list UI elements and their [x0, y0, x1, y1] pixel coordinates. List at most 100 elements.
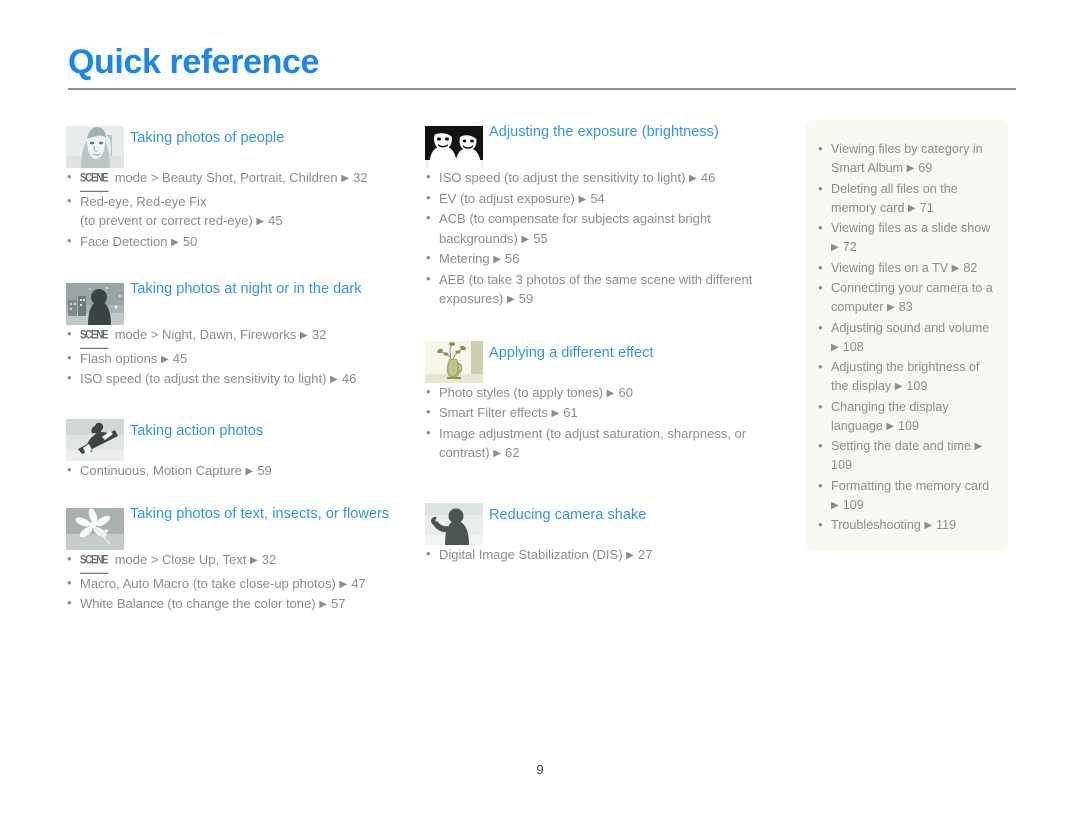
page-ref-arrow-icon: ▶ — [171, 236, 180, 248]
list-item[interactable]: Photo styles (to apply tones) ▶ 60 — [425, 382, 770, 403]
page-header: Quick reference — [68, 42, 1016, 90]
section-title[interactable]: Taking photos of people — [130, 120, 406, 149]
list-item[interactable]: EV (to adjust exposure) ▶ 54 — [425, 188, 770, 209]
list-item[interactable]: Viewing files by category in Smart Album… — [816, 139, 996, 178]
list-item-label: AEB (to take 3 photos of the same scene … — [439, 271, 753, 307]
list-item[interactable]: Macro, Auto Macro (to take close-up phot… — [66, 573, 406, 594]
list-item-label: mode > Close Up, Text — [114, 552, 247, 567]
section-header[interactable]: Adjusting the exposure (brightness) — [425, 120, 770, 168]
list-item[interactable]: ISO speed (to adjust the sensitivity to … — [425, 167, 770, 188]
page-ref-number: 45 — [268, 213, 283, 228]
list-item[interactable]: Adjusting the brightness of the display … — [816, 357, 996, 396]
list-item[interactable]: SCENE mode > Close Up, Text ▶ 32 — [66, 549, 406, 574]
section-item-list: ISO speed (to adjust the sensitivity to … — [425, 167, 770, 309]
list-item-label: Setting the date and time — [831, 439, 972, 453]
list-item-label: Viewing files on a TV — [831, 260, 949, 275]
section-item-list: Photo styles (to apply tones) ▶ 60Smart … — [425, 382, 770, 463]
list-item-sublabel: (to prevent or correct red-eye) ▶ 45 — [80, 211, 406, 231]
list-item[interactable]: Face Detection ▶ 50 — [66, 231, 406, 252]
scene-mode-glyph: SCENE — [80, 324, 108, 349]
list-item-label: Face Detection — [80, 233, 168, 249]
list-item[interactable]: Flash options ▶ 45 — [66, 348, 406, 369]
list-item-label: Adjusting sound and volume — [831, 320, 990, 335]
list-item[interactable]: SCENE mode > Night, Dawn, Fireworks ▶ 32 — [66, 324, 406, 349]
page-ref-arrow-icon: ▶ — [831, 341, 840, 353]
page-ref-number: 71 — [919, 200, 934, 215]
page-ref-number: 32 — [353, 170, 368, 185]
title-divider — [68, 88, 1016, 90]
list-item[interactable]: Viewing files as a slide show ▶ 72 — [816, 218, 996, 257]
section-header[interactable]: Reducing camera shake — [425, 497, 770, 545]
list-item-label: ISO speed (to adjust the sensitivity to … — [80, 371, 327, 386]
page-ref-arrow-icon: ▶ — [831, 242, 840, 253]
page-ref-arrow-icon: ▶ — [974, 441, 983, 452]
section-title[interactable]: Taking photos of text, insects, or flowe… — [130, 502, 406, 525]
list-item[interactable]: ISO speed (to adjust the sensitivity to … — [66, 368, 406, 389]
list-item[interactable]: Connecting your camera to a computer ▶ 8… — [816, 278, 996, 317]
snowboarder-icon — [66, 418, 124, 461]
section-title[interactable]: Adjusting the exposure (brightness) — [489, 120, 770, 143]
page-ref-arrow-icon: ▶ — [330, 374, 339, 385]
page-ref-number: 109 — [906, 379, 928, 393]
page-ref-arrow-icon: ▶ — [551, 408, 560, 419]
list-item[interactable]: Setting the date and time ▶ 109 — [816, 436, 996, 475]
list-item-label: Flash options — [80, 350, 158, 366]
list-item[interactable]: Formatting the memory card ▶ 109 — [816, 476, 996, 515]
section-item-list: Digital Image Stabilization (DIS) ▶ 27 — [425, 544, 770, 565]
section-title[interactable]: Applying a different effect — [489, 335, 770, 364]
list-item-label: Metering — [439, 251, 490, 266]
section-taking-action-photos: Taking action photos Continuous, Motion C… — [66, 413, 406, 481]
section-item-list: Continuous, Motion Capture ▶ 59 — [66, 460, 406, 481]
column-middle: Adjusting the exposure (brightness) ISO s… — [425, 120, 770, 586]
list-item[interactable]: Deleting all files on the memory card ▶ … — [816, 179, 996, 218]
list-item[interactable]: Changing the display language ▶ 109 — [816, 397, 996, 436]
page-ref-number: 32 — [261, 552, 277, 567]
section-item-list: SCENE mode > Beauty Shot, Portrait, Child… — [66, 167, 406, 252]
section-header[interactable]: Taking action photos — [66, 413, 406, 461]
page-ref-number: 69 — [918, 161, 933, 175]
flower-vase-icon — [425, 340, 483, 383]
page-number: 9 — [536, 762, 544, 777]
list-item[interactable]: Metering ▶ 56 — [425, 248, 770, 269]
section-header[interactable]: Taking photos at night or in the dark — [66, 277, 406, 325]
list-item[interactable]: Adjusting sound and volume ▶ 108 — [816, 318, 996, 357]
list-item-label: Formatting the memory card — [831, 478, 990, 493]
list-item-label: ACB (to compensate for subjects against … — [439, 211, 711, 246]
page-ref-arrow-icon: ▶ — [606, 387, 615, 399]
section-header[interactable]: Taking photos of text, insects, or flowe… — [66, 502, 406, 550]
page-ref-arrow-icon: ▶ — [493, 254, 502, 265]
list-item[interactable]: Red-eye, Red-eye Fix (to prevent or corre… — [66, 191, 406, 231]
list-item[interactable]: Viewing files on a TV ▶ 82 — [816, 258, 996, 278]
list-item-label: Viewing files as a slide show — [831, 221, 991, 235]
list-item[interactable]: White Balance (to change the color tone)… — [66, 593, 406, 614]
section-header[interactable]: Applying a different effect — [425, 335, 770, 383]
page-ref-number: 47 — [351, 575, 366, 591]
page-ref-number: 61 — [563, 405, 578, 420]
section-title[interactable]: Taking photos at night or in the dark — [130, 277, 406, 300]
page-ref-arrow-icon: ▶ — [886, 420, 895, 432]
page-ref-number: 32 — [311, 327, 327, 342]
list-item-label: Image adjustment (to adjust saturation, … — [439, 425, 747, 461]
list-item[interactable]: Continuous, Motion Capture ▶ 59 — [66, 460, 406, 481]
list-item[interactable]: Troubleshooting ▶ 119 — [816, 515, 996, 535]
section-title[interactable]: Taking action photos — [130, 413, 406, 442]
page-ref-arrow-icon: ▶ — [339, 578, 348, 590]
page-ref-arrow-icon: ▶ — [906, 163, 915, 174]
page-ref-number: 82 — [963, 260, 978, 275]
list-item[interactable]: Digital Image Stabilization (DIS) ▶ 27 — [425, 544, 770, 565]
list-item[interactable]: Smart Filter effects ▶ 61 — [425, 402, 770, 423]
page-ref-number: 83 — [898, 300, 913, 314]
list-item-label: mode > Beauty Shot, Portrait, Children — [114, 170, 338, 185]
page-ref-number: 109 — [831, 458, 853, 472]
page-ref-arrow-icon: ▶ — [245, 465, 254, 477]
section-title[interactable]: Reducing camera shake — [489, 497, 770, 526]
section-header[interactable]: Taking photos of people — [66, 120, 406, 168]
list-item-label: Troubleshooting — [831, 518, 921, 532]
list-item-label: Continuous, Motion Capture — [80, 462, 242, 478]
list-item[interactable]: ACB (to compensate for subjects against … — [425, 208, 770, 248]
list-item[interactable]: SCENE mode > Beauty Shot, Portrait, Child… — [66, 167, 406, 192]
page-ref-number: 60 — [618, 384, 633, 400]
column-right: Viewing files by category in Smart Album… — [806, 120, 1008, 551]
list-item[interactable]: Image adjustment (to adjust saturation, … — [425, 423, 770, 463]
list-item[interactable]: AEB (to take 3 photos of the same scene … — [425, 269, 770, 309]
